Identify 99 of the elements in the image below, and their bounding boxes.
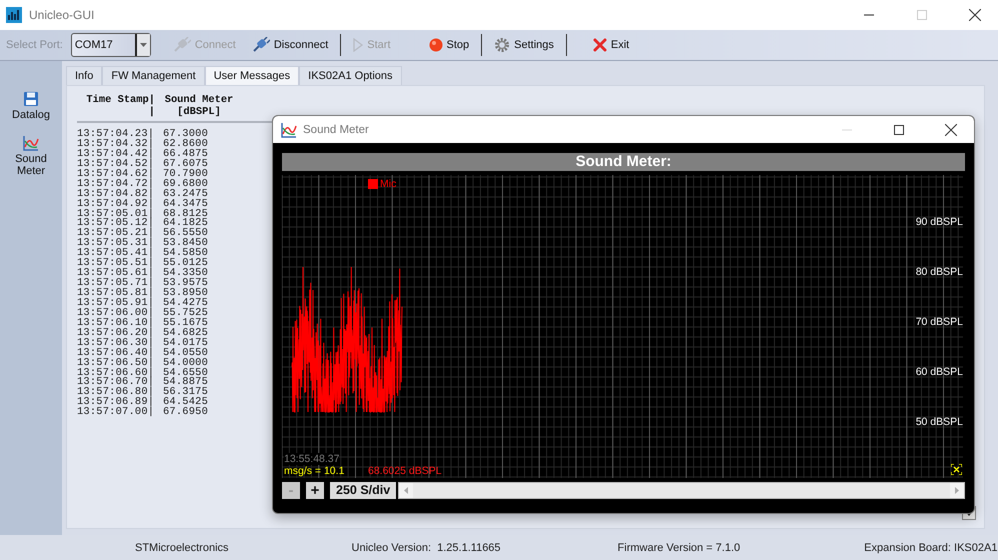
axis-label: 70 dBSPL — [916, 316, 963, 328]
value-cell-text: 55.7525 — [162, 308, 208, 319]
timestamp-cell-text: 13:57:04.32| — [77, 140, 156, 150]
value-cell-text: 54.0550 — [162, 348, 208, 359]
column-header: | — [148, 106, 155, 118]
value-cell-text: 63.2475 — [162, 190, 208, 200]
timestamp-cell-text: 13:57:04.42| — [77, 150, 156, 160]
timestamp-text: 13:55:48.37 — [284, 453, 340, 465]
axis-label: 80 dBSPL — [916, 266, 963, 278]
timestamp-cell-text: 13:57:04.62| — [77, 170, 156, 180]
value-cell-text: 54.6825 — [162, 328, 208, 339]
value-cell-text: 53.8950 — [162, 289, 208, 299]
value-cell-text: 67.3000 — [162, 130, 208, 140]
axis-label: 90 dBSPL — [916, 216, 963, 228]
timestamp-cell-text: 13:57:05.71| — [77, 279, 156, 289]
status-text: Expansion Board: IKS02A1 — [864, 542, 998, 554]
timestamp-cell-text: 13:57:06.30| — [77, 338, 156, 349]
close-icon — [969, 9, 981, 21]
value-cell-text: 55.1675 — [162, 318, 208, 329]
rate-text: msg/s = 10.1 — [284, 465, 344, 477]
stop-icon — [428, 38, 442, 52]
plug-icon — [252, 37, 270, 53]
timestamp-cell-text: 13:57:05.81| — [77, 289, 156, 299]
value-cell-text: 64.1825 — [162, 219, 208, 230]
sidebar-item[interactable]: Sound Meter — [6, 135, 56, 177]
legend-label: Mic — [380, 178, 396, 190]
value-cell-text: 54.8875 — [162, 378, 208, 388]
chart-title: Sound Meter: — [282, 153, 965, 171]
zoom-button[interactable]: + — [306, 482, 324, 499]
window-title: Sound Meter — [303, 124, 370, 136]
value-cell-text: 64.3475 — [162, 200, 208, 210]
port-label: Select Port: — [6, 39, 63, 51]
status-text: Firmware Version = 7.1.0 — [618, 542, 740, 554]
value-cell-text: 54.0175 — [162, 338, 208, 349]
timestamp-cell-text: 13:57:04.72| — [77, 180, 156, 190]
tab[interactable]: User Messages — [204, 66, 300, 85]
timestamp-cell-text: 13:57:06.40| — [77, 348, 156, 359]
timestamp-cell-text: 13:57:04.52| — [77, 160, 156, 170]
reading-text: 68.6025 dBSPL — [368, 465, 442, 477]
axis-label: 60 dBSPL — [916, 366, 963, 378]
status-text: STMicroelectronics — [135, 542, 229, 554]
timestamp-cell-text: 13:57:06.00| — [77, 308, 156, 319]
value-cell-text: 67.6075 — [162, 160, 208, 170]
plug-icon — [172, 37, 191, 53]
timestamp-cell-text: 13:57:04.82| — [77, 190, 156, 200]
timestamp-cell-text: 13:57:06.60| — [77, 368, 156, 378]
toolbar-button[interactable]: Exit — [584, 32, 638, 58]
value-cell-text: 56.3175 — [162, 388, 208, 398]
value-cell-text: 64.5425 — [162, 398, 208, 408]
timestamp-cell-text: 13:57:05.91| — [77, 298, 156, 309]
toolbar-button[interactable]: Settings — [486, 32, 562, 58]
value-cell-text: 62.8600 — [162, 140, 208, 150]
value-cell-text: 54.6550 — [162, 368, 208, 378]
maximize-icon — [917, 10, 927, 20]
timestamp-cell-text: 13:57:07.00| — [77, 408, 156, 418]
timestamp-cell-text: 13:57:06.50| — [77, 358, 156, 368]
value-cell-text: 67.6950 — [162, 408, 208, 418]
fit-icon[interactable] — [951, 464, 962, 475]
chart-icon — [281, 122, 297, 138]
toolbar-button[interactable]: Disconnect — [244, 32, 336, 58]
axis-label: 50 dBSPL — [916, 416, 963, 428]
value-cell-text: 66.4875 — [162, 150, 208, 160]
value-cell-text: 53.8450 — [162, 239, 208, 250]
chart-icon — [23, 135, 39, 151]
timestamp-cell-text: 13:57:05.01| — [77, 210, 156, 220]
port-dropdown[interactable]: COM17 — [70, 33, 151, 57]
column-header: Time Stamp| — [86, 94, 155, 106]
window-title: Unicleo-GUI — [29, 8, 96, 22]
scale-label: 250 S/div — [330, 482, 396, 499]
tab[interactable]: IKS02A1 Options — [299, 66, 402, 85]
timestamp-cell-text: 13:57:06.20| — [77, 328, 156, 339]
column-header: Sound Meter — [164, 94, 234, 106]
value-cell-text: 70.7900 — [162, 170, 208, 180]
timestamp-cell-text: 13:57:04.92| — [77, 200, 156, 210]
column-header: [dBSPL] — [177, 106, 221, 118]
save-icon — [23, 91, 39, 107]
value-cell-text: 54.5850 — [162, 249, 208, 260]
value-cell-text: 53.9575 — [162, 279, 208, 289]
play-icon — [353, 38, 364, 52]
value-cell-text: 56.5550 — [162, 229, 208, 240]
value-cell-text: 54.0000 — [162, 358, 208, 368]
value-cell-text: 54.3350 — [162, 269, 208, 280]
app-logo-icon — [6, 7, 22, 23]
timestamp-cell-text: 13:57:06.10| — [77, 318, 156, 329]
tab[interactable]: FW Management — [102, 66, 205, 85]
value-cell-text: 68.8125 — [162, 210, 208, 220]
timestamp-cell-text: 13:57:04.23| — [77, 130, 156, 140]
dropdown-arrow-icon — [140, 43, 147, 47]
value-cell-text: 69.6800 — [162, 180, 208, 190]
value-cell-text: 54.4275 — [162, 298, 208, 309]
maximize-icon — [894, 124, 904, 134]
tab[interactable]: Info — [66, 66, 102, 85]
status-text: Unicleo Version: 1.25.1.11665 — [352, 542, 501, 554]
sidebar-item[interactable]: Datalog — [6, 91, 56, 121]
toolbar-button[interactable]: Stop — [420, 32, 478, 58]
close-icon — [945, 124, 957, 136]
settings-icon — [494, 37, 510, 53]
close-icon — [592, 38, 607, 52]
value-cell-text: 55.0125 — [162, 259, 208, 270]
